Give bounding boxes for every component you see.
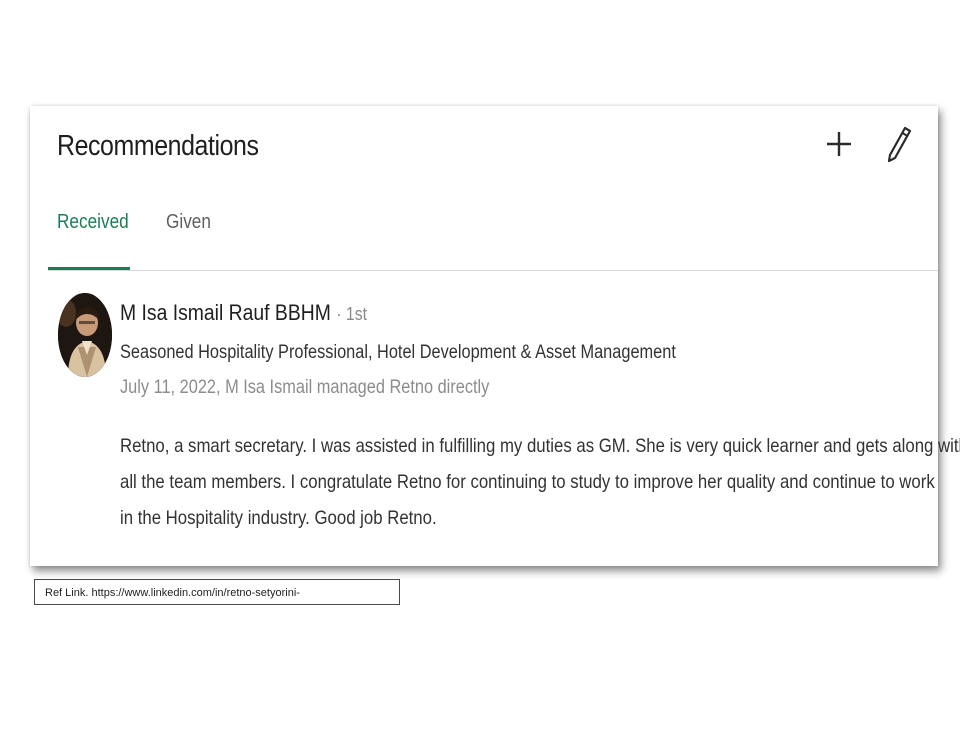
tab-received[interactable]: Received: [48, 202, 130, 270]
tab-received-label: Received: [57, 211, 129, 233]
header-actions: [822, 124, 916, 164]
add-recommendation-button[interactable]: [822, 124, 856, 164]
edit-recommendations-button[interactable]: [882, 124, 916, 164]
recommendation-text-line: in the Hospitality industry. Good job Re…: [120, 507, 437, 529]
connection-degree: · 1st: [336, 304, 368, 324]
tab-given[interactable]: Given: [157, 202, 227, 270]
recommendations-card: Recommendations Received Given M Isa Ism…: [30, 106, 960, 566]
recommendation-meta: July 11, 2022, M Isa Ismail managed Retn…: [120, 377, 490, 398]
reference-link-caption: Ref Link. https://www.linkedin.com/in/re…: [34, 579, 400, 605]
section-title: Recommendations: [57, 130, 259, 162]
recommender-name[interactable]: M Isa Ismail Rauf BBHM: [120, 300, 331, 325]
avatar[interactable]: [58, 293, 112, 377]
recommender-headline: Seasoned Hospitality Professional, Hotel…: [120, 342, 676, 363]
recommendation-text-line: all the team members. I congratulate Ret…: [120, 471, 935, 493]
recommendation-tabs: Received Given: [48, 202, 227, 270]
tab-given-label: Given: [166, 211, 211, 233]
recommendation-text: Retno, a smart secretary. I was assisted…: [120, 428, 960, 536]
page: Recommendations Received Given M Isa Ism…: [0, 0, 960, 741]
tabs-divider: [48, 270, 938, 271]
recommendation-text-line: Retno, a smart secretary. I was assisted…: [120, 435, 960, 457]
recommender-name-row: M Isa Ismail Rauf BBHM · 1st: [120, 300, 367, 326]
plus-icon: [827, 132, 851, 156]
avatar-photo: [58, 293, 112, 377]
pencil-icon: [887, 126, 912, 163]
